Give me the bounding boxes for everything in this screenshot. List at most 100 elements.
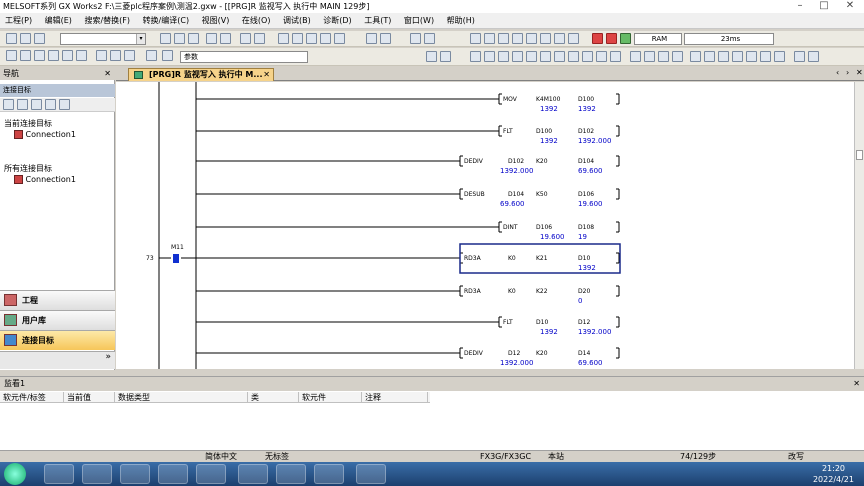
instruction-arg[interactable]: D108: [578, 224, 594, 231]
af7-icon[interactable]: [704, 51, 715, 62]
list-icon[interactable]: [426, 51, 437, 62]
delete-line-icon[interactable]: [582, 51, 593, 62]
simulation-icon[interactable]: [410, 33, 421, 44]
ladder-tool5-icon[interactable]: [526, 33, 537, 44]
menu-project[interactable]: 工程(P): [0, 13, 37, 29]
col-data-type[interactable]: 数据类型: [115, 392, 248, 403]
monitor-start-icon[interactable]: [320, 33, 331, 44]
instruction-op[interactable]: FLT: [503, 319, 513, 326]
menu-help[interactable]: 帮助(H): [442, 13, 480, 29]
col-class[interactable]: 类: [248, 392, 299, 403]
instruction-arg[interactable]: D100: [578, 96, 594, 103]
scroll-thumb[interactable]: [856, 150, 863, 160]
record-icon[interactable]: [356, 464, 386, 484]
ladder-tool3-icon[interactable]: [498, 33, 509, 44]
sf8-icon[interactable]: [672, 51, 683, 62]
sf9-icon[interactable]: [794, 51, 805, 62]
instruction-arg[interactable]: D10: [536, 319, 548, 326]
instruction-arg[interactable]: D100: [536, 128, 552, 135]
cut-icon[interactable]: [160, 33, 171, 44]
instruction-op[interactable]: RD3A: [464, 288, 481, 295]
maximize-icon[interactable]: □: [812, 0, 836, 13]
convert-icon[interactable]: [240, 33, 251, 44]
instruction-op[interactable]: DEDIV: [464, 158, 483, 165]
instruction-arg[interactable]: D102: [578, 128, 594, 135]
paste-icon[interactable]: [188, 33, 199, 44]
ladder-tool8-icon[interactable]: [568, 33, 579, 44]
ladder-tool2-icon[interactable]: [484, 33, 495, 44]
instruction-arg[interactable]: K22: [536, 288, 548, 295]
ladder-editor[interactable]: MOV K4M100 D100 1392 1392 FLT D100 D102 1392 1392…: [116, 82, 854, 369]
all-connection-item[interactable]: Connection1: [14, 175, 76, 184]
contact-nc-icon[interactable]: [484, 51, 495, 62]
parallel-nc-icon[interactable]: [512, 51, 523, 62]
menu-convert[interactable]: 转换/编译(C): [138, 13, 195, 29]
chrome-icon[interactable]: [82, 464, 112, 484]
ie-icon[interactable]: [44, 464, 74, 484]
af8-icon[interactable]: [718, 51, 729, 62]
minimize-icon[interactable]: –: [788, 0, 812, 13]
menu-online[interactable]: 在线(O): [237, 13, 276, 29]
copy-icon[interactable]: [174, 33, 185, 44]
menu-debug[interactable]: 调试(B): [278, 13, 316, 29]
tab-main-program[interactable]: [PRG]R 监视写入 执行中 M... ✕: [128, 68, 274, 81]
undo-icon[interactable]: [206, 33, 217, 44]
stop-icon[interactable]: [592, 33, 603, 44]
device-batch-icon[interactable]: [366, 33, 377, 44]
sf7-icon[interactable]: [658, 51, 669, 62]
instruction-arg[interactable]: K0: [508, 288, 516, 295]
diagnosis-icon[interactable]: [424, 33, 435, 44]
vertical-scrollbar[interactable]: [854, 82, 864, 369]
instruction-arg[interactable]: K20: [536, 350, 548, 357]
param-combo[interactable]: 参数: [180, 51, 308, 63]
param-icon[interactable]: [162, 50, 173, 61]
instruction-arg[interactable]: D104: [578, 158, 594, 165]
contact-m11[interactable]: [173, 254, 179, 263]
watch-icon[interactable]: [380, 33, 391, 44]
instruction-arg[interactable]: K21: [536, 255, 548, 262]
nav-new-icon[interactable]: [3, 99, 14, 110]
find-icon[interactable]: [110, 50, 121, 61]
menu-view[interactable]: 视图(V): [197, 13, 235, 29]
instruction-arg[interactable]: K0: [508, 255, 516, 262]
vline-icon[interactable]: [568, 51, 579, 62]
note-icon[interactable]: [48, 50, 59, 61]
online-write-icon[interactable]: [278, 33, 289, 44]
sf5-icon[interactable]: [630, 51, 641, 62]
instruction-op[interactable]: FLT: [503, 128, 513, 135]
start-button-icon[interactable]: [4, 463, 26, 485]
hline-icon[interactable]: [554, 51, 565, 62]
instruction-op[interactable]: DESUB: [464, 191, 485, 198]
close-icon[interactable]: ✕: [853, 377, 860, 391]
contact-no-icon[interactable]: [470, 51, 481, 62]
nav-button-project[interactable]: 工程: [0, 290, 115, 310]
step-run-icon[interactable]: [620, 33, 631, 44]
menu-window[interactable]: 窗口(W): [399, 13, 439, 29]
col-comment[interactable]: 注释: [362, 392, 428, 403]
col-device-label[interactable]: 软元件/标签: [0, 392, 64, 403]
instruction-op[interactable]: RD3A: [464, 255, 481, 262]
af5-icon[interactable]: [690, 51, 701, 62]
ladder-tool4-icon[interactable]: [512, 33, 523, 44]
replace-icon[interactable]: [124, 50, 135, 61]
run-icon[interactable]: [606, 33, 617, 44]
compile-icon[interactable]: [254, 33, 265, 44]
gxworks-icon[interactable]: [314, 464, 344, 484]
instruction-arg[interactable]: D14: [578, 350, 590, 357]
col-device[interactable]: 软元件: [299, 392, 362, 403]
af10-icon[interactable]: [774, 51, 785, 62]
nav-expand-icon[interactable]: »: [0, 351, 115, 369]
f10-icon[interactable]: [760, 51, 771, 62]
app-red-icon[interactable]: [238, 464, 268, 484]
instruction-arg[interactable]: D102: [508, 158, 524, 165]
instruction-arg[interactable]: D104: [508, 191, 524, 198]
statement-icon[interactable]: [34, 50, 45, 61]
caf10-icon[interactable]: [746, 51, 757, 62]
jump-icon[interactable]: [440, 51, 451, 62]
instruction-icon[interactable]: [540, 51, 551, 62]
nav-refresh-icon[interactable]: [59, 99, 70, 110]
project-combo[interactable]: ▾: [60, 33, 146, 45]
instruction-arg[interactable]: K4M100: [536, 96, 560, 103]
ladder-tool7-icon[interactable]: [554, 33, 565, 44]
instruction-arg[interactable]: D12: [578, 319, 590, 326]
